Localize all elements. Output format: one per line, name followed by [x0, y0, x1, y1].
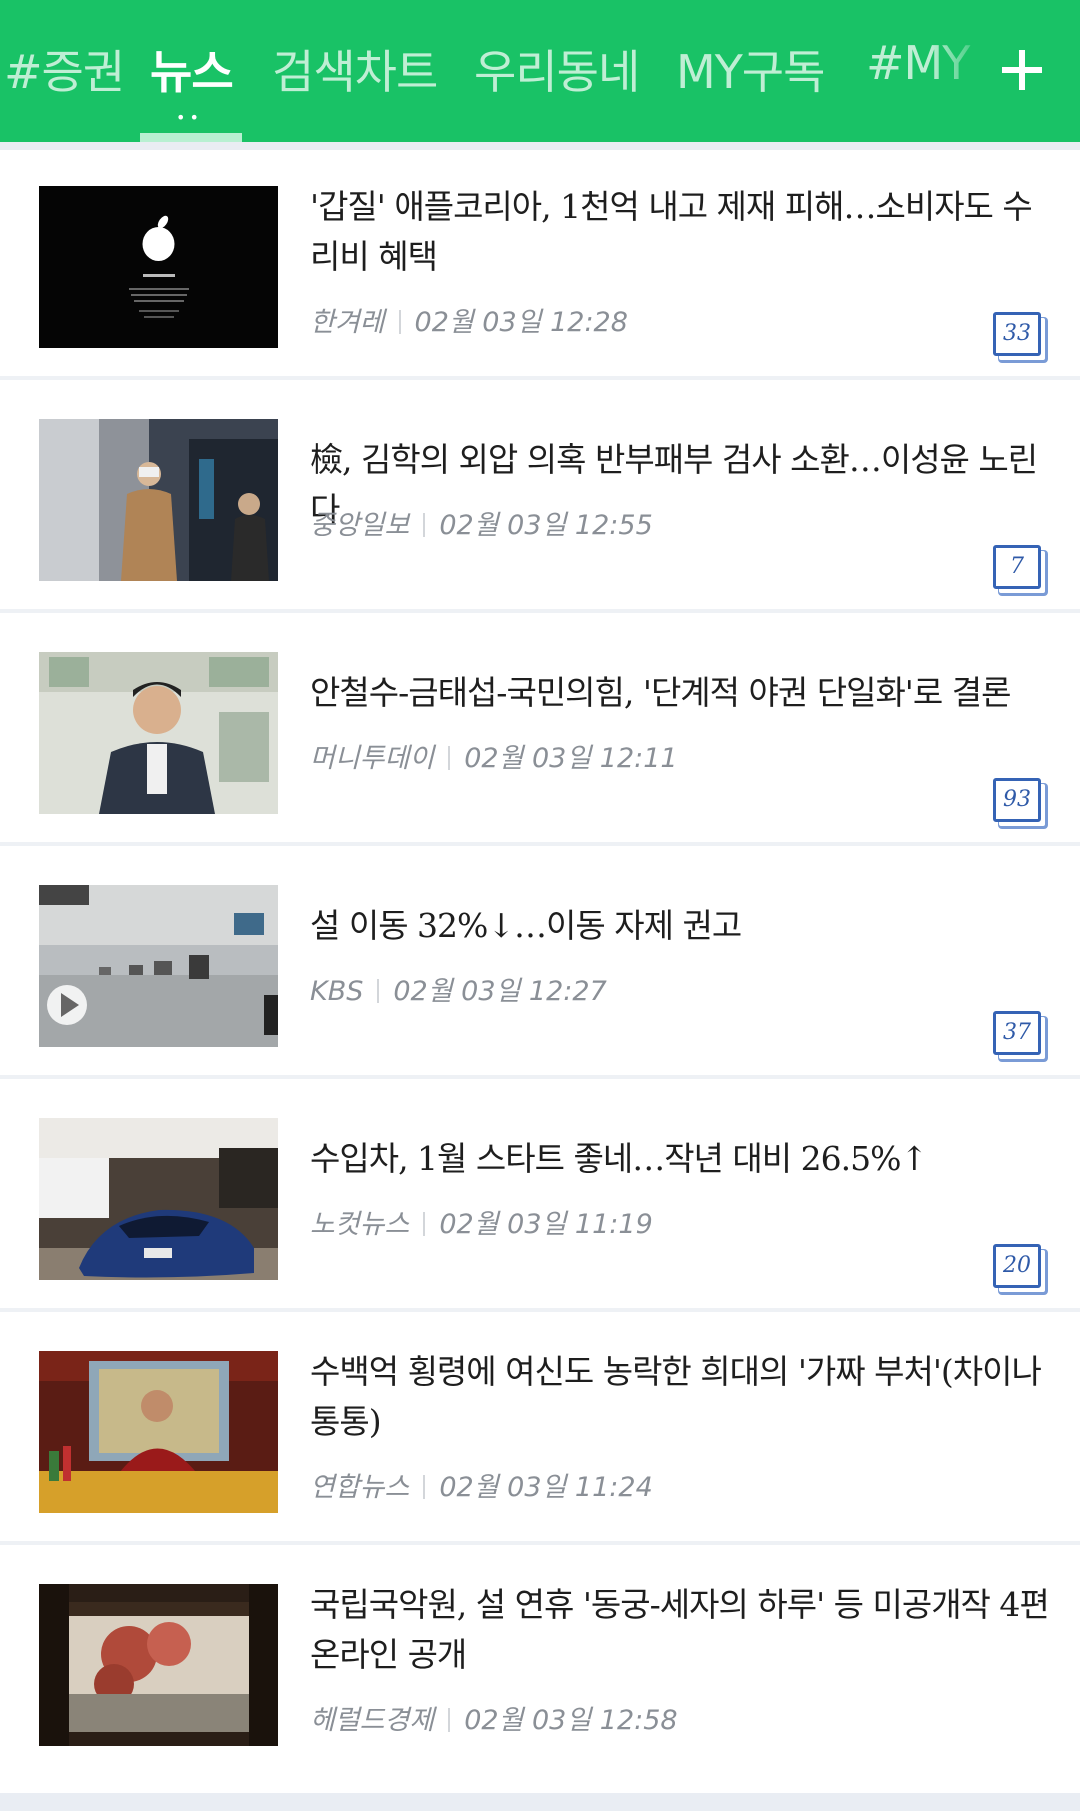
article-time: 02월 03일 12:28 [414, 307, 628, 338]
article-title[interactable]: 수입차, 1월 스타트 좋네…작년 대비 26.5%↑ [310, 1134, 1050, 1184]
article-thumbnail[interactable] [39, 419, 278, 581]
article-title[interactable]: 국립국악원, 설 연휴 '동궁-세자의 하루' 등 미공개작 4편 온라인 공개 [310, 1580, 1050, 1680]
tab-search-chart[interactable]: 검색차트 [272, 36, 438, 102]
list-item[interactable]: 수백억 횡령에 여신도 농락한 희대의 '가짜 부처'(차이나통통) 연합뉴스 0… [0, 1315, 1080, 1545]
article-thumbnail[interactable] [39, 652, 278, 814]
article-title[interactable]: '갑질' 애플코리아, 1천억 내고 제재 피해…소비자도 수리비 혜택 [310, 182, 1050, 282]
article-thumbnail[interactable] [39, 1351, 278, 1513]
list-item[interactable]: 국립국악원, 설 연휴 '동궁-세자의 하루' 등 미공개작 4편 온라인 공개… [0, 1548, 1080, 1778]
comment-count-badge[interactable]: 7 [993, 545, 1041, 589]
comment-count-badge[interactable]: 33 [993, 312, 1041, 356]
tab-news[interactable]: 뉴스 [150, 36, 234, 102]
comment-count-badge[interactable]: 37 [993, 1011, 1041, 1055]
tab-my-subscription[interactable]: MY구독 [676, 36, 825, 102]
article-thumbnail[interactable] [39, 885, 278, 1047]
article-title[interactable]: 설 이동 32%↓…이동 자제 권고 [310, 901, 1050, 951]
bottom-divider [0, 1793, 1080, 1811]
article-source: KBS [310, 976, 364, 1007]
article-meta: 연합뉴스 02월 03일 11:24 [310, 1465, 653, 1504]
tab-securities[interactable]: #증권 [4, 36, 125, 102]
tab-fade-overlay [930, 0, 990, 142]
comment-count-badge[interactable]: 93 [993, 778, 1041, 822]
comment-count-badge[interactable]: 20 [993, 1244, 1041, 1288]
article-time: 02월 03일 12:11 [464, 743, 678, 774]
article-time: 02월 03일 11:24 [439, 1472, 653, 1503]
article-meta: KBS 02월 03일 12:27 [310, 969, 607, 1008]
list-item[interactable]: '갑질' 애플코리아, 1천억 내고 제재 피해…소비자도 수리비 혜택 한겨레… [0, 150, 1080, 380]
article-source: 한겨레 [310, 307, 385, 338]
article-time: 02월 03일 11:19 [439, 1209, 653, 1240]
article-meta: 중앙일보 02월 03일 12:55 [310, 503, 653, 542]
plus-icon[interactable] [990, 38, 1054, 102]
list-item[interactable]: 안철수-금태섭-국민의힘, '단계적 야권 단일화'로 결론 머니투데이 02월 … [0, 616, 1080, 846]
tab-strip: #증권 뉴스 검색차트 우리동네 MY구독 #MY •• [0, 0, 990, 142]
article-meta: 한겨레 02월 03일 12:28 [310, 300, 628, 339]
active-tab-underline [140, 133, 242, 142]
list-item[interactable]: 수입차, 1월 스타트 좋네…작년 대비 26.5%↑ 노컷뉴스 02월 03일 … [0, 1082, 1080, 1312]
article-title[interactable]: 수백억 횡령에 여신도 농락한 희대의 '가짜 부처'(차이나통통) [310, 1347, 1050, 1447]
article-thumbnail[interactable] [39, 1584, 278, 1746]
article-source: 중앙일보 [310, 510, 410, 541]
article-meta: 노컷뉴스 02월 03일 11:19 [310, 1202, 653, 1241]
article-source: 연합뉴스 [310, 1472, 410, 1503]
list-item[interactable]: 檢, 김학의 외압 의혹 반부패부 검사 소환…이성윤 노린다 중앙일보 02월 … [0, 383, 1080, 613]
article-thumbnail[interactable] [39, 1118, 278, 1280]
article-time: 02월 03일 12:55 [439, 510, 653, 541]
active-tab-dots: •• [176, 108, 203, 127]
article-source: 머니투데이 [310, 743, 435, 774]
article-time: 02월 03일 12:27 [393, 976, 607, 1007]
article-thumbnail[interactable] [39, 186, 278, 348]
nav-shadow [0, 142, 1080, 150]
top-nav-bar: #증권 뉴스 검색차트 우리동네 MY구독 #MY •• [0, 0, 1080, 142]
article-title[interactable]: 안철수-금태섭-국민의힘, '단계적 야권 단일화'로 결론 [310, 668, 1050, 718]
list-item[interactable]: 설 이동 32%↓…이동 자제 권고 KBS 02월 03일 12:27 37 [0, 849, 1080, 1079]
article-meta: 머니투데이 02월 03일 12:11 [310, 736, 678, 775]
article-source: 노컷뉴스 [310, 1209, 410, 1240]
article-meta: 헤럴드경제 02월 03일 12:58 [310, 1698, 678, 1737]
article-time: 02월 03일 12:58 [464, 1705, 678, 1736]
tab-my-neighborhood[interactable]: 우리동네 [474, 36, 640, 102]
article-source: 헤럴드경제 [310, 1705, 435, 1736]
